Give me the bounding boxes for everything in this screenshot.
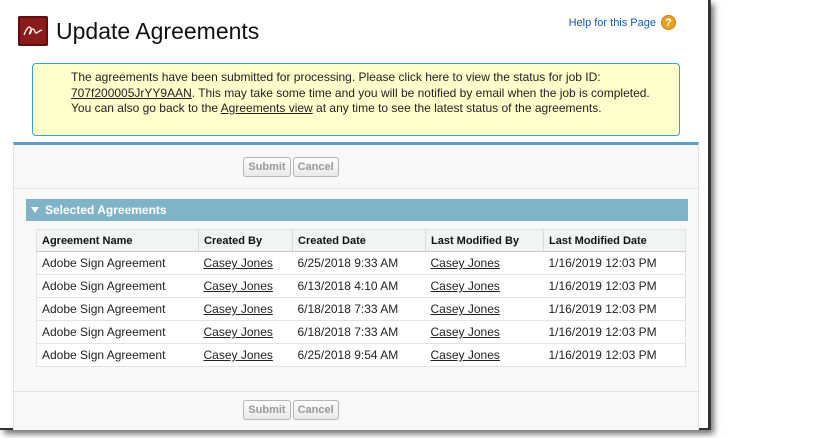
last-modified-by-link[interactable]: Casey Jones — [431, 256, 500, 270]
table-row: Adobe Sign Agreement Casey Jones 6/25/20… — [36, 251, 686, 275]
last-modified-date-cell: 1/16/2019 12:03 PM — [543, 274, 686, 298]
column-header-created-by: Created By — [198, 229, 293, 252]
bottom-button-row: Submit Cancel — [14, 391, 698, 420]
created-by-link[interactable]: Casey Jones — [204, 302, 273, 316]
agreements-table: Agreement Name Created By Created Date L… — [36, 229, 686, 367]
column-header-created-date: Created Date — [292, 229, 426, 252]
column-header-last-modified-by: Last Modified By — [425, 229, 544, 252]
created-date-cell: 6/18/2018 7:33 AM — [292, 297, 426, 321]
created-date-cell: 6/13/2018 4:10 AM — [292, 274, 426, 298]
created-by-link[interactable]: Casey Jones — [204, 256, 273, 270]
table-header-row: Agreement Name Created By Created Date L… — [36, 229, 686, 252]
agreements-panel: Submit Cancel Selected Agreements Agreem… — [13, 142, 699, 430]
agreement-name-cell: Adobe Sign Agreement — [36, 251, 199, 275]
last-modified-by-cell: Casey Jones — [425, 297, 544, 321]
created-date-cell: 6/25/2018 9:54 AM — [292, 343, 426, 367]
column-header-agreement-name: Agreement Name — [36, 229, 199, 252]
top-button-row: Submit Cancel — [14, 157, 698, 189]
created-by-cell: Casey Jones — [198, 343, 293, 367]
page-header: Update Agreements — [18, 16, 259, 46]
message-text-1: The agreements have been submitted for p… — [71, 70, 601, 84]
help-link[interactable]: Help for this Page ? — [569, 15, 676, 30]
last-modified-by-link[interactable]: Casey Jones — [431, 302, 500, 316]
table-row: Adobe Sign Agreement Casey Jones 6/13/20… — [36, 274, 686, 298]
adobe-sign-logo — [18, 16, 48, 46]
cancel-button-top[interactable]: Cancel — [292, 157, 339, 177]
section-title: Selected Agreements — [45, 203, 167, 217]
question-mark-icon[interactable]: ? — [661, 15, 676, 30]
submit-button-bottom[interactable]: Submit — [243, 400, 291, 420]
last-modified-by-cell: Casey Jones — [425, 251, 544, 275]
created-by-link[interactable]: Casey Jones — [204, 279, 273, 293]
agreement-name-cell: Adobe Sign Agreement — [36, 343, 199, 367]
last-modified-date-cell: 1/16/2019 12:03 PM — [543, 297, 686, 321]
update-agreements-window: Update Agreements Help for this Page ? T… — [0, 0, 710, 430]
agreements-view-link[interactable]: Agreements view — [221, 101, 313, 115]
submit-button-top[interactable]: Submit — [243, 157, 291, 177]
created-by-cell: Casey Jones — [198, 251, 293, 275]
agreement-name-cell: Adobe Sign Agreement — [36, 320, 199, 344]
created-by-cell: Casey Jones — [198, 297, 293, 321]
table-row: Adobe Sign Agreement Casey Jones 6/25/20… — [36, 343, 686, 367]
created-by-cell: Casey Jones — [198, 320, 293, 344]
last-modified-by-cell: Casey Jones — [425, 274, 544, 298]
created-by-link[interactable]: Casey Jones — [204, 325, 273, 339]
last-modified-date-cell: 1/16/2019 12:03 PM — [543, 251, 686, 275]
column-header-last-modified-date: Last Modified Date — [543, 229, 686, 252]
last-modified-date-cell: 1/16/2019 12:03 PM — [543, 343, 686, 367]
message-text-3: at any time to see the latest status of … — [312, 101, 602, 115]
agreement-name-cell: Adobe Sign Agreement — [36, 297, 199, 321]
job-id-link[interactable]: 707f200005JrYY9AAN — [71, 86, 192, 100]
last-modified-by-link[interactable]: Casey Jones — [431, 325, 500, 339]
table-row: Adobe Sign Agreement Casey Jones 6/18/20… — [36, 320, 686, 344]
last-modified-by-cell: Casey Jones — [425, 343, 544, 367]
selected-agreements-header[interactable]: Selected Agreements — [26, 199, 688, 221]
last-modified-by-link[interactable]: Casey Jones — [431, 279, 500, 293]
created-by-cell: Casey Jones — [198, 274, 293, 298]
collapse-triangle-icon[interactable] — [31, 207, 39, 213]
cancel-button-bottom[interactable]: Cancel — [292, 400, 339, 420]
last-modified-by-cell: Casey Jones — [425, 320, 544, 344]
created-date-cell: 6/18/2018 7:33 AM — [292, 320, 426, 344]
last-modified-by-link[interactable]: Casey Jones — [431, 348, 500, 362]
table-row: Adobe Sign Agreement Casey Jones 6/18/20… — [36, 297, 686, 321]
status-message: The agreements have been submitted for p… — [32, 63, 680, 136]
created-date-cell: 6/25/2018 9:33 AM — [292, 251, 426, 275]
last-modified-date-cell: 1/16/2019 12:03 PM — [543, 320, 686, 344]
page-title: Update Agreements — [56, 17, 260, 44]
created-by-link[interactable]: Casey Jones — [204, 348, 273, 362]
agreement-name-cell: Adobe Sign Agreement — [36, 274, 199, 298]
help-label[interactable]: Help for this Page — [569, 17, 656, 29]
